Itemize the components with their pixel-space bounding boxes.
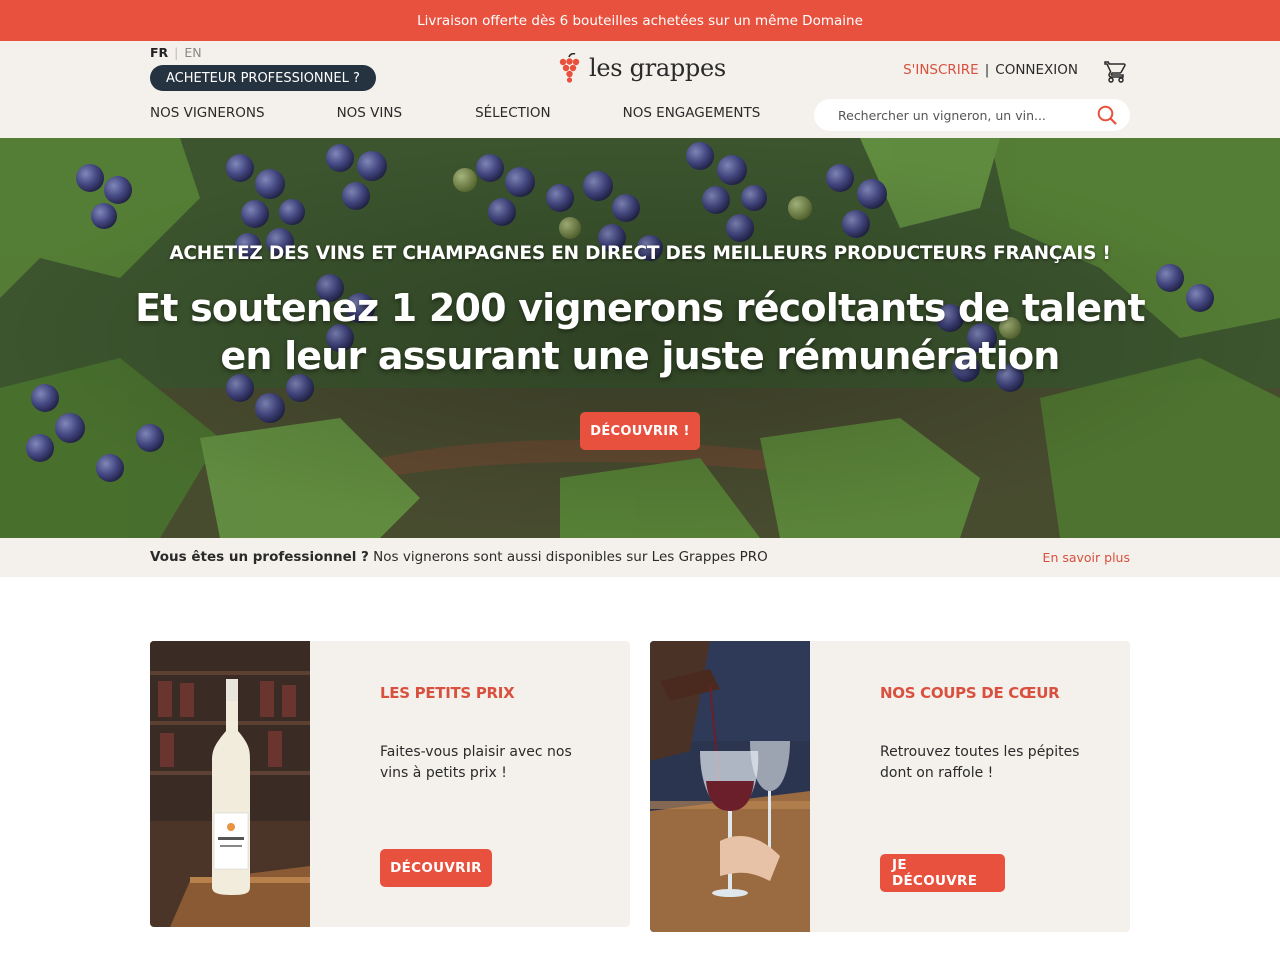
nav-item-selection[interactable]: SÉLECTION <box>475 105 551 121</box>
card-coups-de-coeur: NOS COUPS DE CŒUR Retrouvez toutes les p… <box>650 641 1130 932</box>
card-description: Retrouvez toutes les pépites dont on raf… <box>880 744 1080 781</box>
nav-item-engagements[interactable]: NOS ENGAGEMENTS <box>623 105 761 121</box>
hero-title-line-2: en leur assurant une juste rémunération <box>220 334 1060 378</box>
lang-fr[interactable]: FR <box>150 45 168 60</box>
login-link[interactable]: CONNEXION <box>995 62 1078 78</box>
site-header: FR | EN ACHETEUR PROFESSIONNEL ? les gra… <box>0 41 1280 138</box>
nav-item-vins[interactable]: NOS VINS <box>337 105 402 121</box>
grape-cluster-icon <box>559 53 580 83</box>
search-icon[interactable] <box>1096 104 1118 126</box>
hero-discover-button[interactable]: DÉCOUVRIR ! <box>580 412 700 450</box>
site-logo[interactable]: les grappes <box>557 53 726 83</box>
hero-title: Et soutenez 1 200 vignerons récoltants d… <box>0 284 1280 380</box>
cart-icon[interactable] <box>1104 60 1128 84</box>
professional-question: Vous êtes un professionnel ? <box>150 549 369 565</box>
card-petits-prix: LES PETITS PRIX Faites-vous plaisir avec… <box>150 641 630 927</box>
search-bar <box>814 99 1130 131</box>
main-navigation: NOS VIGNERONS NOS VINS SÉLECTION NOS ENG… <box>150 105 760 121</box>
professional-buyer-button[interactable]: ACHETEUR PROFESSIONNEL ? <box>150 65 376 91</box>
card-discover-button[interactable]: DÉCOUVRIR <box>380 849 492 887</box>
card-photo-wine-bottle <box>150 641 310 927</box>
lang-separator: | <box>174 45 179 60</box>
signup-link[interactable]: S'INSCRIRE <box>903 62 979 78</box>
card-title: LES PETITS PRIX <box>380 684 515 702</box>
learn-more-link[interactable]: En savoir plus <box>1043 550 1130 565</box>
card-title: NOS COUPS DE CŒUR <box>880 684 1060 702</box>
card-photo-wine-pouring <box>650 641 810 932</box>
lang-en[interactable]: EN <box>184 45 201 60</box>
card-discover-button[interactable]: JE DÉCOUVRE <box>880 854 1005 892</box>
account-separator: | <box>984 62 990 78</box>
logo-text: les grappes <box>589 54 726 82</box>
hero-banner: ACHETEZ DES VINS ET CHAMPAGNES EN DIRECT… <box>0 138 1280 538</box>
promo-text: Livraison offerte dès 6 bouteilles achet… <box>417 12 863 29</box>
professional-message: Vous êtes un professionnel ? Nos vignero… <box>150 549 768 565</box>
professional-band: Vous êtes un professionnel ? Nos vignero… <box>0 538 1280 577</box>
promo-bar: Livraison offerte dès 6 bouteilles achet… <box>0 0 1280 41</box>
search-input[interactable] <box>838 107 1096 123</box>
professional-text: Nos vignerons sont aussi disponibles sur… <box>368 549 768 565</box>
hero-subtitle: ACHETEZ DES VINS ET CHAMPAGNES EN DIRECT… <box>169 243 1111 264</box>
account-links: S'INSCRIRE | CONNEXION <box>903 62 1078 78</box>
card-description: Faites-vous plaisir avec nos vins à peti… <box>380 744 572 781</box>
language-switcher: FR | EN <box>150 45 202 60</box>
nav-item-vignerons[interactable]: NOS VIGNERONS <box>150 105 265 121</box>
hero-title-line-1: Et soutenez 1 200 vignerons récoltants d… <box>135 286 1146 330</box>
